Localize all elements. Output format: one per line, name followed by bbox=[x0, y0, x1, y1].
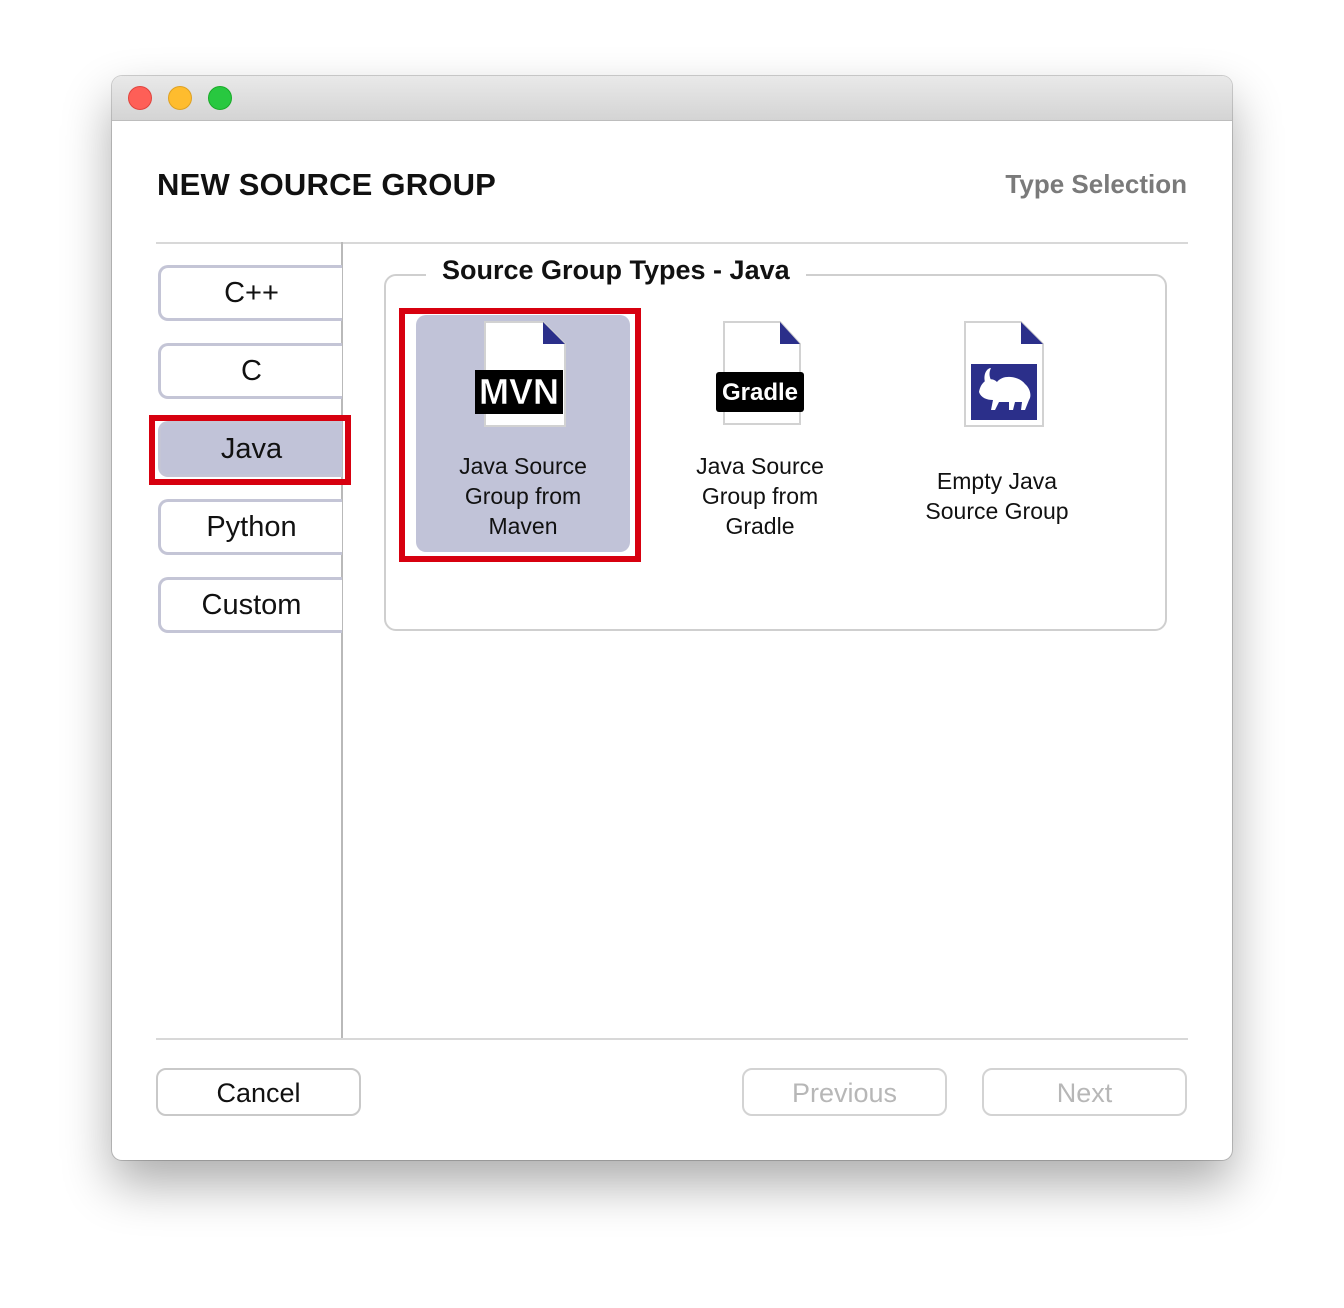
dialog-title: NEW SOURCE GROUP bbox=[157, 167, 497, 202]
window-minimize-button[interactable] bbox=[168, 86, 192, 110]
window-close-button[interactable] bbox=[128, 86, 152, 110]
type-item-label: Empty Java Source Group bbox=[925, 468, 1069, 524]
ant-document-icon bbox=[964, 321, 1044, 427]
previous-button[interactable]: Previous bbox=[742, 1068, 947, 1116]
type-item-label: Java Source Group from Maven bbox=[459, 453, 587, 539]
svg-text:Gradle: Gradle bbox=[722, 379, 798, 406]
gradle-document-icon: Gradle bbox=[716, 321, 804, 425]
type-item-empty[interactable]: Empty Java Source Group bbox=[890, 315, 1104, 552]
language-tab-java[interactable]: Java bbox=[158, 421, 342, 477]
header-divider bbox=[156, 242, 1188, 244]
title-bar bbox=[112, 76, 1232, 121]
source-group-types-legend: Source Group Types - Java bbox=[426, 255, 806, 286]
next-button[interactable]: Next bbox=[982, 1068, 1187, 1116]
language-tab-custom[interactable]: Custom bbox=[158, 577, 342, 633]
cancel-button[interactable]: Cancel bbox=[156, 1068, 361, 1116]
maven-document-icon: MVN bbox=[475, 321, 566, 427]
svg-text:MVN: MVN bbox=[479, 371, 559, 412]
type-item-maven[interactable]: MVN Java Source Group from Maven bbox=[416, 315, 630, 552]
type-item-label: Java Source Group from Gradle bbox=[696, 453, 824, 539]
type-item-gradle[interactable]: Gradle Java Source Group from Gradle bbox=[653, 315, 867, 552]
language-tab-c[interactable]: C bbox=[158, 343, 342, 399]
step-label: Type Selection bbox=[1005, 169, 1187, 199]
window-maximize-button[interactable] bbox=[208, 86, 232, 110]
language-tab-cpp[interactable]: C++ bbox=[158, 265, 342, 321]
language-tab-python[interactable]: Python bbox=[158, 499, 342, 555]
new-source-group-window: NEW SOURCE GROUP Type Selection C++ C Ja… bbox=[112, 76, 1232, 1160]
footer-divider bbox=[156, 1038, 1188, 1040]
